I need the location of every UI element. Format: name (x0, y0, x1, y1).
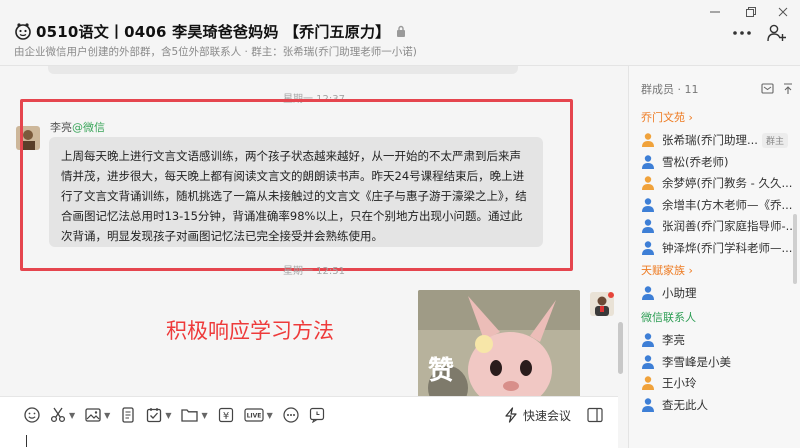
member-item[interactable]: 李雪峰是小美 (641, 352, 800, 372)
more-options-icon[interactable] (730, 22, 754, 44)
member-item[interactable]: 李亮 (641, 330, 800, 350)
chat-subtitle: 由企业微信用户创建的外部群，含5位外部联系人 · 群主：张希瑞(乔门助理老师一小… (14, 46, 417, 58)
sidebar-toggle-icon[interactable] (587, 407, 603, 427)
member-name: 张润善(乔门家庭指导师-... (662, 219, 797, 233)
live-button[interactable]: LIVE ▼ (244, 404, 273, 426)
person-icon (642, 219, 654, 233)
sticker-image[interactable]: 赞 (418, 290, 580, 396)
person-icon (642, 176, 654, 190)
person-icon (642, 154, 654, 169)
member-name: 余增丰(方木老师—《乔... (662, 197, 793, 212)
person-icon (642, 240, 654, 255)
screenshot-button[interactable]: ▼ (50, 404, 75, 426)
document-button[interactable] (120, 404, 136, 426)
notification-dot (608, 292, 614, 298)
member-item[interactable]: 余增丰(方木老师—《乔... (641, 195, 800, 215)
checklist-icon (147, 408, 162, 423)
member-section-label[interactable]: 微信联系人 (641, 309, 696, 325)
quick-meeting-label: 快速会议 (523, 408, 572, 423)
yen-symbol: ¥ (222, 411, 228, 422)
chat-title[interactable]: 0510语文丨0406 李昊琦爸爸妈妈 【乔门五原力】 (36, 21, 390, 42)
member-name: 李雪峰是小美 (662, 354, 731, 369)
member-item[interactable]: 雪松(乔老师) (641, 152, 800, 172)
chevron-down-icon: ▼ (104, 410, 111, 420)
chat-scrollbar[interactable] (618, 322, 623, 374)
member-item[interactable]: 钟泽烨(乔门学科老师—... (641, 238, 800, 258)
add-member-icon[interactable] (765, 22, 789, 44)
restore-icon[interactable] (740, 4, 762, 20)
members-panel: 群成员 · 11 乔门文苑 › 张希瑞(乔门助理... 群主雪松(乔老师) 余梦婷(乔… (628, 66, 800, 448)
member-name: 小助理 (662, 286, 697, 300)
lock-icon (397, 25, 406, 37)
more-tools-button[interactable] (283, 404, 299, 426)
previous-message-bubble (48, 66, 518, 74)
person-icon (642, 286, 654, 300)
chevron-down-icon: ▼ (69, 410, 76, 420)
live-icon: LIVE (244, 408, 264, 422)
person-icon (642, 197, 654, 212)
more-circle-icon (283, 407, 299, 423)
schedule-button[interactable] (309, 404, 325, 426)
red-packet-button[interactable]: ¥ (218, 404, 234, 426)
member-section-label[interactable]: 天赋家族 › (641, 262, 693, 278)
sticker-text: 赞 (428, 356, 455, 386)
member-item[interactable]: 张润善(乔门家庭指导师-... (641, 216, 800, 236)
person-icon (642, 354, 654, 369)
member-name: 张希瑞(乔门助理... (662, 133, 758, 147)
composer[interactable]: ▼ ▼ ▼ ▼ ¥ LIVE ▼ 快速会议 (0, 396, 618, 448)
member-name: 钟泽烨(乔门学科老师—... (662, 240, 793, 255)
member-name: 李亮 (662, 333, 685, 347)
clock-message-icon (309, 407, 324, 423)
close-icon[interactable] (772, 4, 794, 20)
member-name: 余梦婷(乔门教务 - 久久... (662, 176, 793, 190)
person-icon (642, 397, 654, 412)
live-label: LIVE (246, 413, 261, 420)
member-item[interactable]: 张希瑞(乔门助理... 群主 (641, 130, 800, 150)
annotation-text: 积极响应学习方法 (166, 319, 334, 343)
member-item[interactable]: 查无此人 (641, 395, 800, 415)
file-button[interactable]: ▼ (181, 404, 208, 426)
task-button[interactable]: ▼ (146, 404, 171, 426)
text-cursor (26, 435, 27, 447)
members-scrollbar[interactable] (793, 214, 797, 284)
person-icon (642, 333, 654, 347)
member-name: 雪松(乔老师) (662, 154, 729, 169)
scissors-icon (50, 407, 66, 423)
emoji-icon (24, 407, 40, 423)
lightning-icon (505, 407, 517, 423)
highlight-box (20, 99, 573, 271)
title-row: 0510语文丨0406 李昊琦爸爸妈妈 【乔门五原力】 (14, 20, 406, 42)
person-icon (642, 133, 654, 147)
yen-icon: ¥ (218, 407, 233, 423)
member-name: 王小玲 (662, 376, 697, 390)
announcement-icon[interactable] (761, 80, 774, 99)
member-section-label[interactable]: 乔门文苑 › (641, 109, 693, 125)
image-button[interactable]: ▼ (85, 404, 110, 426)
minimize-icon[interactable] (704, 4, 726, 20)
member-item[interactable]: 小助理 (641, 283, 800, 303)
timestamp: 星期一 12:51 (283, 266, 345, 277)
owner-badge: 群主 (761, 132, 788, 148)
folder-icon (181, 409, 199, 422)
collapse-icon[interactable] (783, 80, 793, 99)
chevron-down-icon: ▼ (266, 410, 273, 420)
person-icon (642, 376, 654, 390)
members-count: 群成员 · 11 (641, 83, 699, 96)
chevron-down-icon: ▼ (201, 410, 208, 420)
member-item[interactable]: 余梦婷(乔门教务 - 久久... (641, 173, 800, 193)
chat-header: 0510语文丨0406 李昊琦爸爸妈妈 【乔门五原力】 由企业微信用户创建的外部… (0, 0, 800, 66)
image-icon (85, 408, 101, 422)
member-item[interactable]: 王小玲 (641, 373, 800, 393)
group-chat-icon (15, 23, 31, 40)
message-area[interactable]: 星期一 12:37 李亮@微信 上周每天晚上进行文言文语感训练，两个孩子状态越来… (0, 66, 628, 396)
quick-meeting-button[interactable]: 快速会议 (504, 404, 571, 426)
my-avatar[interactable] (590, 292, 614, 316)
document-icon (122, 407, 134, 423)
emoji-button[interactable] (24, 404, 40, 426)
chevron-down-icon: ▼ (165, 410, 172, 420)
composer-toolbar: ▼ ▼ ▼ ▼ ¥ LIVE ▼ (24, 404, 335, 426)
member-name: 查无此人 (662, 397, 708, 412)
